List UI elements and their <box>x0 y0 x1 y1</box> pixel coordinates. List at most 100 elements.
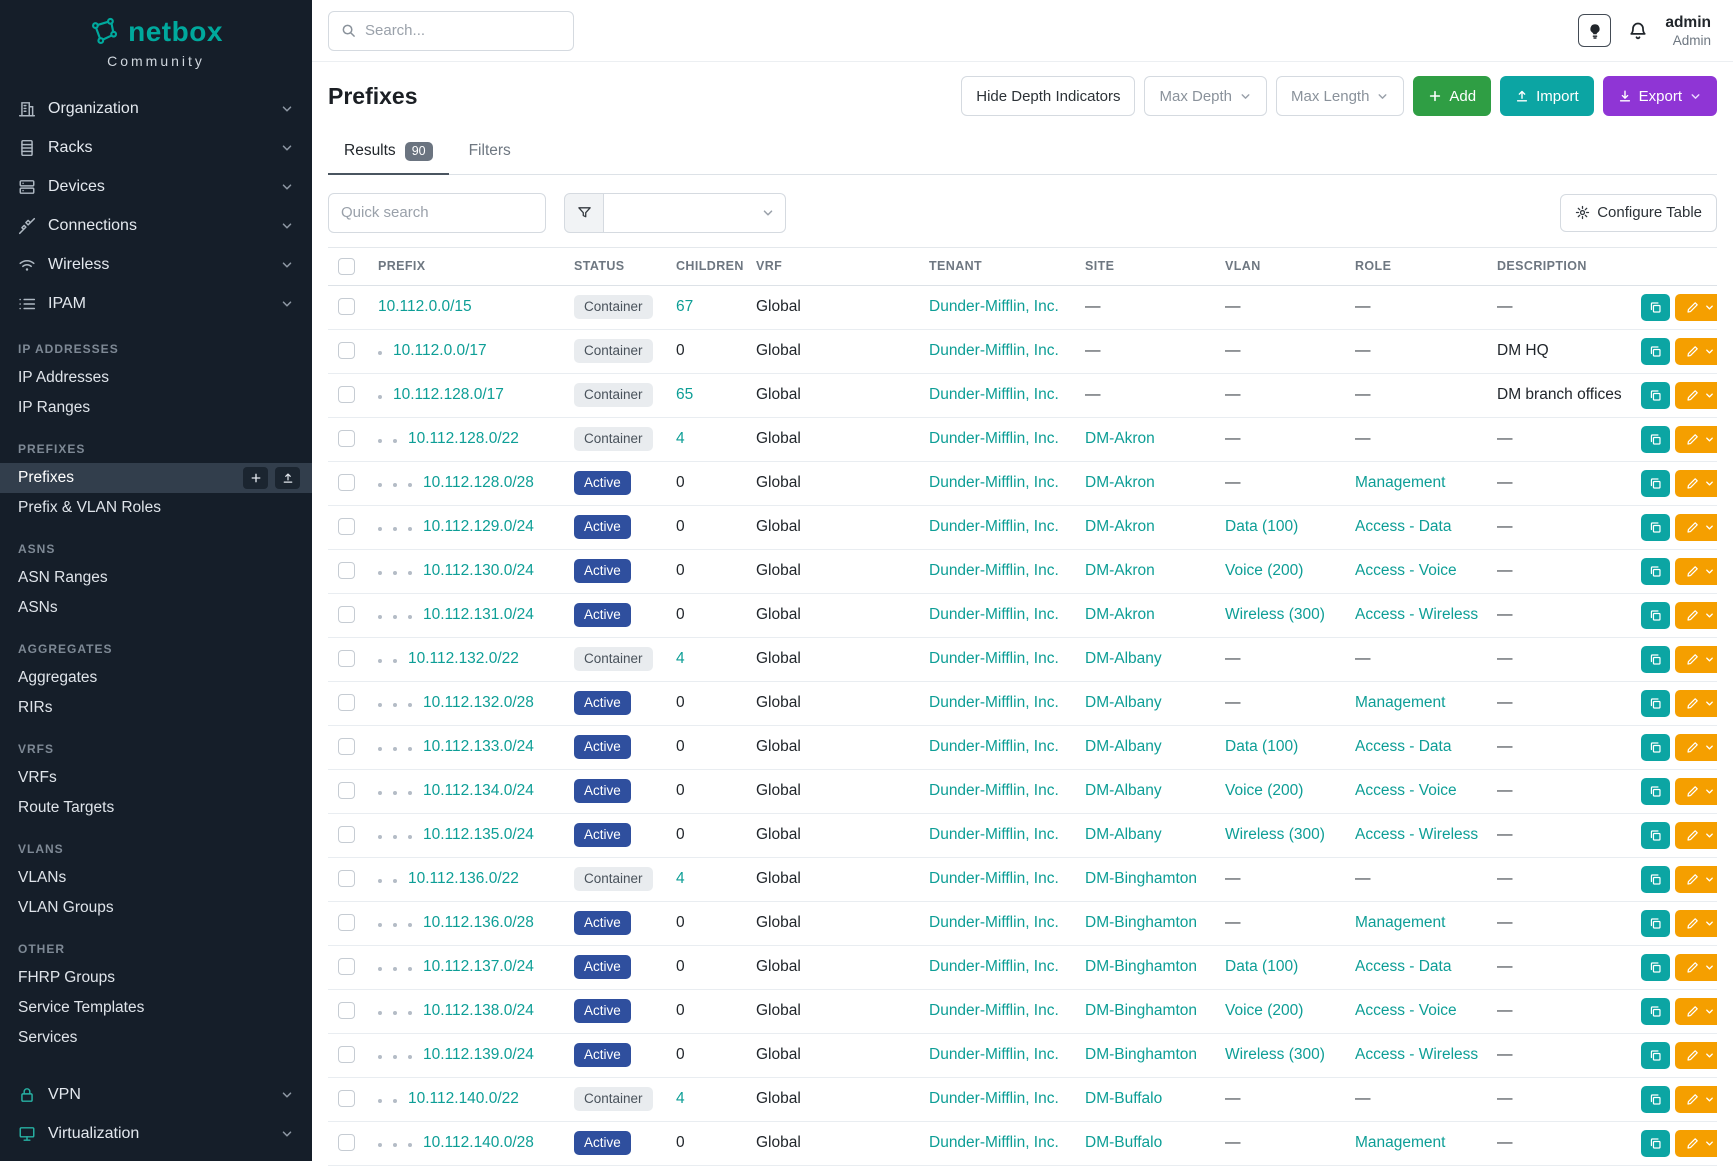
vlan-link[interactable]: Voice (200) <box>1225 782 1303 799</box>
children-count-link[interactable]: 67 <box>676 298 693 315</box>
row-checkbox[interactable] <box>338 1002 355 1019</box>
site-link[interactable]: DM-Albany <box>1085 650 1162 667</box>
tenant-link[interactable]: Dunder-Mifflin, Inc. <box>929 1090 1059 1107</box>
prefix-link[interactable]: 10.112.0.0/17 <box>393 342 487 359</box>
site-link[interactable]: DM-Buffalo <box>1085 1090 1162 1107</box>
vlan-link[interactable]: Data (100) <box>1225 958 1298 975</box>
role-link[interactable]: Access - Data <box>1355 518 1451 535</box>
clone-button[interactable] <box>1641 294 1670 321</box>
tenant-link[interactable]: Dunder-Mifflin, Inc. <box>929 606 1059 623</box>
prefix-link[interactable]: 10.112.135.0/24 <box>423 826 534 843</box>
role-link[interactable]: Access - Voice <box>1355 562 1457 579</box>
tenant-link[interactable]: Dunder-Mifflin, Inc. <box>929 1134 1059 1151</box>
edit-button[interactable] <box>1675 338 1717 365</box>
theme-toggle-button[interactable] <box>1578 14 1611 47</box>
role-link[interactable]: Management <box>1355 474 1445 491</box>
clone-button[interactable] <box>1641 338 1670 365</box>
row-checkbox[interactable] <box>338 1134 355 1151</box>
sidebar-item-asn-ranges[interactable]: ASN Ranges <box>0 563 312 593</box>
configure-table-button[interactable]: Configure Table <box>1560 194 1717 232</box>
role-link[interactable]: Access - Data <box>1355 958 1451 975</box>
role-link[interactable]: Access - Wireless <box>1355 1046 1478 1063</box>
prefix-link[interactable]: 10.112.138.0/24 <box>423 1002 534 1019</box>
site-link[interactable]: DM-Binghamton <box>1085 958 1197 975</box>
prefix-link[interactable]: 10.112.131.0/24 <box>423 606 534 623</box>
import-button[interactable]: Import <box>1500 76 1594 116</box>
row-checkbox[interactable] <box>338 342 355 359</box>
tenant-link[interactable]: Dunder-Mifflin, Inc. <box>929 958 1059 975</box>
clone-button[interactable] <box>1641 998 1670 1025</box>
edit-button[interactable] <box>1675 690 1717 717</box>
prefix-link[interactable]: 10.112.139.0/24 <box>423 1046 534 1063</box>
clone-button[interactable] <box>1641 1042 1670 1069</box>
max-depth-dropdown[interactable]: Max Depth <box>1144 76 1267 116</box>
clone-button[interactable] <box>1641 778 1670 805</box>
role-link[interactable]: Management <box>1355 694 1445 711</box>
tenant-link[interactable]: Dunder-Mifflin, Inc. <box>929 518 1059 535</box>
sidebar-item-vrfs[interactable]: VRFs <box>0 763 312 793</box>
edit-button[interactable] <box>1675 426 1717 453</box>
add-button[interactable]: Add <box>1413 76 1491 116</box>
clone-button[interactable] <box>1641 514 1670 541</box>
vlan-link[interactable]: Wireless (300) <box>1225 606 1325 623</box>
row-checkbox[interactable] <box>338 386 355 403</box>
edit-button[interactable] <box>1675 602 1717 629</box>
tenant-link[interactable]: Dunder-Mifflin, Inc. <box>929 1046 1059 1063</box>
prefix-link[interactable]: 10.112.134.0/24 <box>423 782 534 799</box>
site-link[interactable]: DM-Albany <box>1085 738 1162 755</box>
global-search[interactable] <box>328 11 574 51</box>
edit-button[interactable] <box>1675 910 1717 937</box>
clone-button[interactable] <box>1641 382 1670 409</box>
sidebar-item-vpn[interactable]: VPN <box>0 1075 312 1114</box>
row-checkbox[interactable] <box>338 606 355 623</box>
sidebar-item-organization[interactable]: Organization <box>0 89 312 128</box>
role-link[interactable]: Access - Data <box>1355 738 1451 755</box>
sidebar-item-devices[interactable]: Devices <box>0 167 312 206</box>
children-count-link[interactable]: 4 <box>676 1090 685 1107</box>
clone-button[interactable] <box>1641 558 1670 585</box>
tenant-link[interactable]: Dunder-Mifflin, Inc. <box>929 1002 1059 1019</box>
edit-button[interactable] <box>1675 1042 1717 1069</box>
edit-button[interactable] <box>1675 470 1717 497</box>
clone-button[interactable] <box>1641 470 1670 497</box>
row-checkbox[interactable] <box>338 518 355 535</box>
tenant-link[interactable]: Dunder-Mifflin, Inc. <box>929 914 1059 931</box>
vlan-link[interactable]: Data (100) <box>1225 738 1298 755</box>
clone-button[interactable] <box>1641 602 1670 629</box>
tenant-link[interactable]: Dunder-Mifflin, Inc. <box>929 474 1059 491</box>
prefix-link[interactable]: 10.112.137.0/24 <box>423 958 534 975</box>
edit-button[interactable] <box>1675 954 1717 981</box>
clone-button[interactable] <box>1641 426 1670 453</box>
quick-search-input[interactable] <box>328 193 546 233</box>
prefix-link[interactable]: 10.112.136.0/28 <box>423 914 534 931</box>
edit-button[interactable] <box>1675 382 1717 409</box>
filter-button[interactable] <box>564 193 604 233</box>
sidebar-item-prefixes[interactable]: Prefixes <box>0 463 312 493</box>
tenant-link[interactable]: Dunder-Mifflin, Inc. <box>929 430 1059 447</box>
site-link[interactable]: DM-Binghamton <box>1085 914 1197 931</box>
tenant-link[interactable]: Dunder-Mifflin, Inc. <box>929 826 1059 843</box>
children-count-link[interactable]: 4 <box>676 870 685 887</box>
sidebar-item-asns[interactable]: ASNs <box>0 593 312 623</box>
site-link[interactable]: DM-Albany <box>1085 694 1162 711</box>
clone-button[interactable] <box>1641 866 1670 893</box>
quick-add-button[interactable] <box>243 467 268 489</box>
sidebar-item-ip-ranges[interactable]: IP Ranges <box>0 393 312 423</box>
tenant-link[interactable]: Dunder-Mifflin, Inc. <box>929 782 1059 799</box>
sidebar-item-racks[interactable]: Racks <box>0 128 312 167</box>
clone-button[interactable] <box>1641 690 1670 717</box>
sidebar-item-connections[interactable]: Connections <box>0 206 312 245</box>
select-all-checkbox[interactable] <box>338 258 355 275</box>
row-checkbox[interactable] <box>338 1046 355 1063</box>
bell-icon[interactable] <box>1628 21 1648 41</box>
row-checkbox[interactable] <box>338 738 355 755</box>
sidebar-item-virtualization[interactable]: Virtualization <box>0 1114 312 1153</box>
prefix-link[interactable]: 10.112.133.0/24 <box>423 738 534 755</box>
edit-button[interactable] <box>1675 646 1717 673</box>
tenant-link[interactable]: Dunder-Mifflin, Inc. <box>929 298 1059 315</box>
prefix-link[interactable]: 10.112.130.0/24 <box>423 562 534 579</box>
site-link[interactable]: DM-Binghamton <box>1085 1002 1197 1019</box>
prefix-link[interactable]: 10.112.128.0/17 <box>393 386 504 403</box>
filter-select[interactable] <box>604 193 786 233</box>
edit-button[interactable] <box>1675 294 1717 321</box>
